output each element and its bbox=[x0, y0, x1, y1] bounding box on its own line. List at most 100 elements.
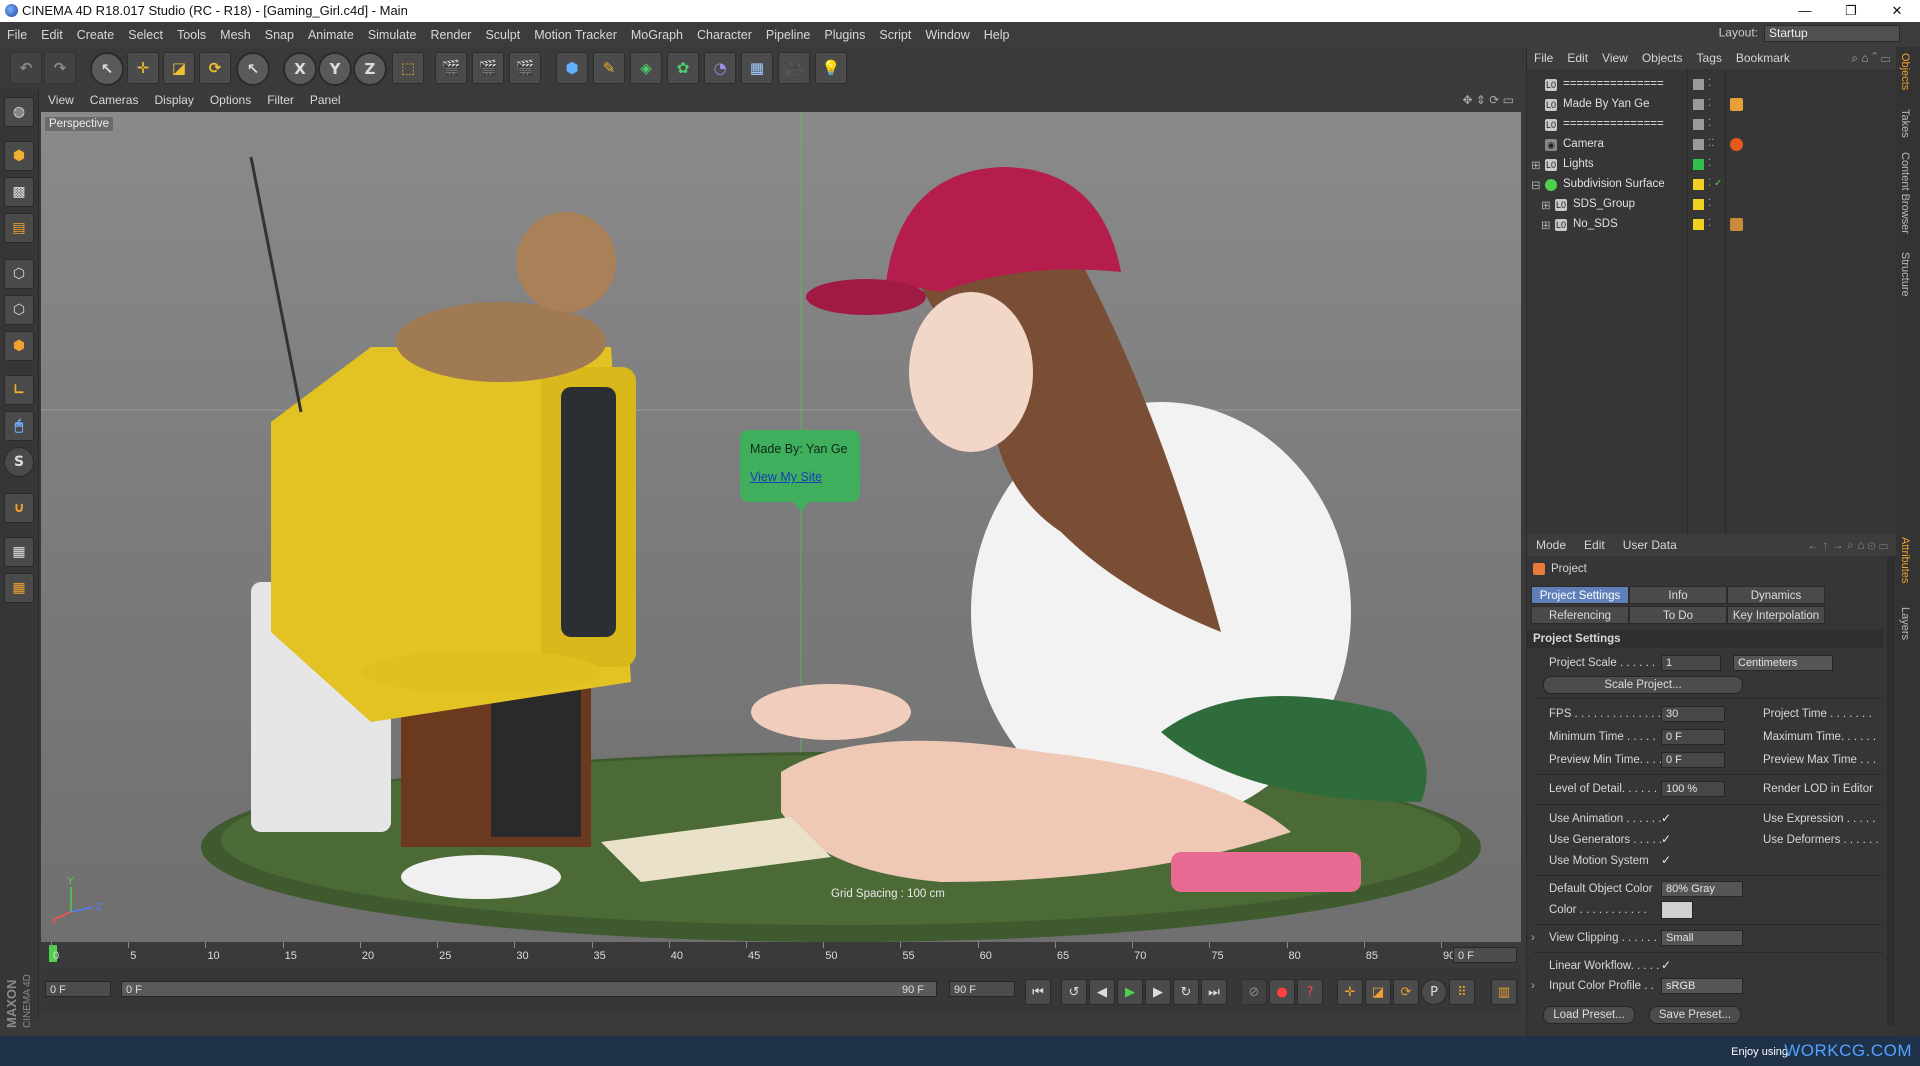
camera-icon[interactable]: 🎥 bbox=[778, 52, 810, 84]
workplane-lock-icon[interactable]: ▦ bbox=[4, 537, 34, 567]
play-icon[interactable]: ▶ bbox=[1117, 979, 1143, 1005]
object-row[interactable]: ⊞ L0 SDS_Group ⁚ bbox=[1527, 196, 1897, 215]
render-view-icon[interactable]: 🎬 bbox=[435, 52, 467, 84]
layer-swatch[interactable] bbox=[1693, 139, 1704, 150]
expand-icon[interactable]: ⊞ bbox=[1541, 218, 1551, 232]
axis-mode-icon[interactable]: ∟ bbox=[4, 375, 34, 405]
use-animation-checkbox[interactable]: ✓ bbox=[1661, 811, 1671, 825]
autokey-icon[interactable]: ? bbox=[1297, 979, 1323, 1005]
obj-menu-tags[interactable]: Tags bbox=[1690, 51, 1729, 65]
key-param-icon[interactable]: P bbox=[1421, 979, 1447, 1005]
pen-spline-icon[interactable]: ✎ bbox=[593, 52, 625, 84]
expand-icon[interactable]: ⊞ bbox=[1531, 158, 1541, 172]
range-slider[interactable]: 0 F 90 F bbox=[121, 981, 937, 997]
points-mode-icon[interactable]: ⬡ bbox=[4, 259, 34, 289]
use-motion-checkbox[interactable]: ✓ bbox=[1661, 853, 1671, 867]
next-key-icon[interactable]: ↻ bbox=[1173, 979, 1199, 1005]
object-row[interactable]: ⊞ L0 No_SDS ⁚ bbox=[1527, 216, 1897, 235]
attr-menu-userdata[interactable]: User Data bbox=[1614, 538, 1686, 552]
expand-icon[interactable]: ⊞ bbox=[1541, 198, 1551, 212]
annotation-tag-icon[interactable] bbox=[1730, 98, 1743, 111]
scale-icon[interactable]: ◪ bbox=[163, 52, 195, 84]
obj-menu-objects[interactable]: Objects bbox=[1635, 51, 1690, 65]
record-position-icon[interactable]: ⊘ bbox=[1241, 979, 1267, 1005]
layout-dropdown[interactable]: Startup bbox=[1764, 25, 1900, 42]
view-clipping-expand-icon[interactable]: › bbox=[1531, 932, 1535, 944]
object-row[interactable]: L0 Made By Yan Ge ⁚ bbox=[1527, 96, 1897, 115]
menu-script[interactable]: Script bbox=[872, 28, 918, 42]
cube-icon[interactable]: ⬢ bbox=[556, 52, 588, 84]
minimize-button[interactable]: — bbox=[1782, 0, 1828, 22]
close-button[interactable]: ✕ bbox=[1874, 0, 1920, 22]
key-position-icon[interactable]: ✛ bbox=[1337, 979, 1363, 1005]
project-scale-unit-dropdown[interactable]: Centimeters bbox=[1733, 655, 1833, 671]
deformer-icon[interactable]: ◔ bbox=[704, 52, 736, 84]
recent-tool-icon[interactable]: ↖ bbox=[236, 52, 270, 86]
attr-nav-icons[interactable]: ← ↑ → ⌕ ⌂ ⊙ ▭ bbox=[1798, 538, 1897, 553]
object-row[interactable]: ⊟ Subdivision Surface ⁚ ✓ bbox=[1527, 176, 1897, 195]
layer-swatch[interactable] bbox=[1693, 159, 1704, 170]
save-preset-button[interactable]: Save Preset... bbox=[1649, 1006, 1741, 1024]
y-axis-lock-button[interactable]: Y bbox=[318, 52, 352, 86]
viewport-menu-view[interactable]: View bbox=[40, 93, 82, 107]
object-row[interactable]: L0 =============== ⁚ bbox=[1527, 76, 1897, 95]
current-frame-field[interactable]: 0 F bbox=[1453, 947, 1517, 963]
layer-swatch[interactable] bbox=[1693, 179, 1704, 190]
dock-tab-content-browser[interactable]: Content Browser bbox=[1899, 152, 1911, 234]
workplane-icon[interactable]: ▤ bbox=[4, 213, 34, 243]
viewport-menu-filter[interactable]: Filter bbox=[259, 93, 302, 107]
menu-create[interactable]: Create bbox=[70, 28, 122, 42]
menu-select[interactable]: Select bbox=[121, 28, 170, 42]
z-axis-lock-button[interactable]: Z bbox=[353, 52, 387, 86]
rotate-icon[interactable]: ⟳ bbox=[199, 52, 231, 84]
dock-tab-takes[interactable]: Takes bbox=[1899, 109, 1911, 138]
live-selection-icon[interactable]: ↖ bbox=[90, 52, 124, 86]
x-axis-lock-button[interactable]: X bbox=[283, 52, 317, 86]
obj-menu-file[interactable]: File bbox=[1527, 51, 1560, 65]
attr-menu-mode[interactable]: Mode bbox=[1527, 538, 1575, 552]
input-color-profile-dropdown[interactable]: sRGB bbox=[1661, 978, 1743, 994]
undo-icon[interactable]: ↶ bbox=[10, 52, 42, 84]
tab-dynamics[interactable]: Dynamics bbox=[1727, 586, 1825, 604]
use-generators-checkbox[interactable]: ✓ bbox=[1661, 832, 1671, 846]
tab-project-settings[interactable]: Project Settings bbox=[1531, 586, 1629, 604]
tab-info[interactable]: Info bbox=[1629, 586, 1727, 604]
view-site-link[interactable]: View My Site bbox=[750, 470, 822, 484]
viewport-menu-display[interactable]: Display bbox=[146, 93, 201, 107]
viewport-menu-options[interactable]: Options bbox=[202, 93, 259, 107]
menu-character[interactable]: Character bbox=[690, 28, 759, 42]
minimum-time-field[interactable]: 0 F bbox=[1661, 729, 1725, 745]
viewport-menu-panel[interactable]: Panel bbox=[302, 93, 349, 107]
object-row[interactable]: ◉ Camera ⁚⁚ bbox=[1527, 136, 1897, 155]
object-row[interactable]: L0 =============== ⁚ bbox=[1527, 116, 1897, 135]
make-editable-icon[interactable]: ◍ bbox=[4, 97, 34, 127]
record-active-icon[interactable]: ● bbox=[1269, 979, 1295, 1005]
tweak-mode-icon[interactable]: 🖱 bbox=[4, 411, 34, 441]
dock-tab-attributes[interactable]: Attributes bbox=[1899, 537, 1911, 583]
next-frame-icon[interactable]: ▶ bbox=[1145, 979, 1171, 1005]
collapse-icon[interactable]: ⊟ bbox=[1531, 178, 1541, 192]
perspective-viewport[interactable]: Y Z X Perspective Made By: Yan Ge View M… bbox=[41, 112, 1521, 942]
preview-min-field[interactable]: 0 F bbox=[1661, 752, 1725, 768]
menu-edit[interactable]: Edit bbox=[34, 28, 70, 42]
attr-menu-edit[interactable]: Edit bbox=[1575, 538, 1614, 552]
default-color-dropdown[interactable]: 80% Gray bbox=[1661, 881, 1743, 897]
tab-referencing[interactable]: Referencing bbox=[1531, 606, 1629, 624]
render-settings-icon[interactable]: 🎬 bbox=[509, 52, 541, 84]
polygons-mode-icon[interactable]: ⬢ bbox=[4, 331, 34, 361]
end-frame-field[interactable]: 90 F bbox=[949, 981, 1015, 997]
menu-animate[interactable]: Animate bbox=[301, 28, 361, 42]
key-scale-icon[interactable]: ◪ bbox=[1365, 979, 1391, 1005]
key-rotation-icon[interactable]: ⟳ bbox=[1393, 979, 1419, 1005]
redo-icon[interactable]: ↷ bbox=[44, 52, 76, 84]
color-profile-expand-icon[interactable]: › bbox=[1531, 980, 1535, 992]
obj-search-icon[interactable]: ⌕ ⌂ ⌃ ▭ bbox=[1844, 51, 1897, 66]
obj-menu-edit[interactable]: Edit bbox=[1560, 51, 1595, 65]
maximize-button[interactable]: ❐ bbox=[1828, 0, 1874, 22]
material-tag-icon[interactable] bbox=[1730, 218, 1743, 231]
view-clipping-dropdown[interactable]: Small bbox=[1661, 930, 1743, 946]
texture-mode-icon[interactable]: ▩ bbox=[4, 177, 34, 207]
menu-pipeline[interactable]: Pipeline bbox=[759, 28, 817, 42]
go-to-start-icon[interactable]: ⏮ bbox=[1025, 979, 1051, 1005]
menu-simulate[interactable]: Simulate bbox=[361, 28, 424, 42]
